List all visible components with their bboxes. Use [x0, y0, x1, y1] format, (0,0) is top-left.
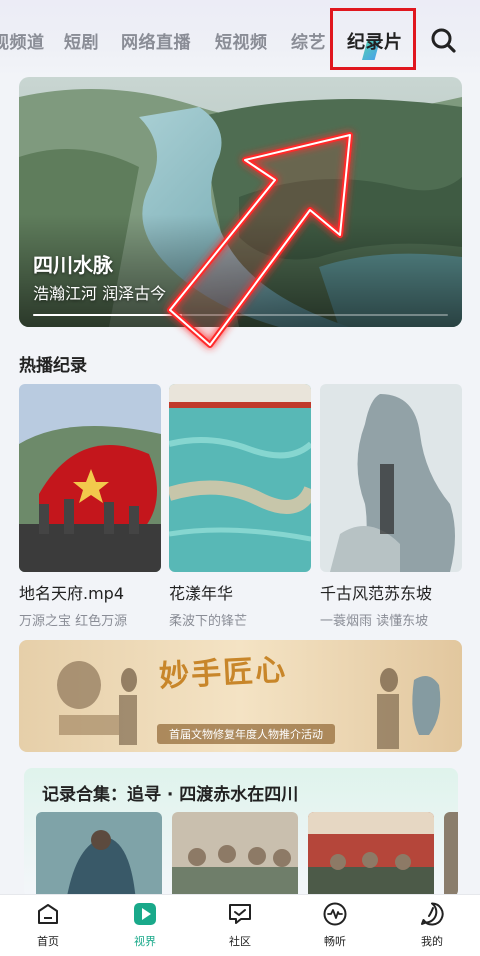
search-icon[interactable] [429, 26, 457, 54]
promo-banner[interactable]: 妙手匠心 首届文物修复年度人物推介活动 [19, 640, 462, 752]
hero-carousel-progress [33, 314, 448, 316]
card-thumbnail [169, 384, 311, 572]
collection-item[interactable] [36, 812, 162, 898]
card-title: 地名天府.mp4 [19, 584, 125, 603]
collection-item[interactable] [444, 812, 458, 898]
card-subtitle: 一蓑烟雨 读懂东坡 [320, 614, 429, 629]
audio-icon [323, 902, 347, 926]
card-title: 花漾年华 [169, 584, 234, 603]
hot-card[interactable]: 地名天府.mp4 万源之宝 红色万源 [19, 384, 161, 629]
play-icon [134, 903, 156, 925]
hot-section-title: 热播纪录 [19, 356, 87, 376]
card-subtitle: 万源之宝 红色万源 [19, 614, 128, 629]
card-thumbnail [320, 384, 462, 572]
home-icon [38, 904, 58, 924]
tab-short-drama[interactable]: 短剧 [64, 28, 99, 53]
hero-title: 四川水脉 [33, 253, 113, 277]
promo-title: 妙手匠心 [158, 652, 289, 695]
tab-video-channel[interactable]: 视频道 [0, 28, 45, 53]
top-tab-bar: 视频道 短剧 网络直播 短视频 综艺 纪录片 [0, 0, 480, 78]
nav-home[interactable]: 首页 [18, 901, 78, 949]
nav-community[interactable]: 社区 [210, 901, 270, 949]
collection-item[interactable] [308, 812, 434, 898]
nav-label: 我的 [421, 935, 443, 948]
promo-subtitle: 首届文物修复年度人物推介活动 [157, 724, 335, 744]
collection-title: 记录合集：追寻 · 四渡赤水在四川 [42, 785, 299, 805]
documentary-collection: 记录合集：追寻 · 四渡赤水在四川 [24, 768, 458, 898]
bottom-navigation: 首页 视界 社区 畅听 我的 [0, 894, 480, 956]
card-subtitle: 柔波下的锋芒 [169, 614, 248, 629]
nav-label: 畅听 [324, 935, 346, 948]
community-icon [229, 904, 251, 924]
hot-card[interactable]: 花漾年华 柔波下的锋芒 [169, 384, 311, 629]
hot-card[interactable]: 千古风范苏东坡 一蓑烟雨 读懂东坡 [320, 384, 462, 629]
hero-carousel-progress-fill [33, 314, 183, 316]
hero-subtitle: 浩瀚江河 润泽古今 [33, 284, 167, 303]
hero-banner[interactable]: 四川水脉 浩瀚江河 润泽古今 [19, 77, 462, 327]
card-thumbnail [19, 384, 161, 572]
card-title: 千古风范苏东坡 [320, 584, 433, 603]
profile-icon [421, 902, 444, 926]
collection-item[interactable] [172, 812, 298, 898]
nav-audio[interactable]: 畅听 [305, 901, 365, 949]
nav-profile[interactable]: 我的 [402, 901, 462, 949]
nav-label: 视界 [134, 935, 156, 948]
nav-label: 社区 [229, 935, 251, 948]
nav-label: 首页 [37, 935, 59, 948]
tab-short-video[interactable]: 短视频 [215, 28, 268, 53]
nav-vision[interactable]: 视界 [115, 901, 175, 949]
tab-variety[interactable]: 综艺 [291, 28, 326, 53]
annotation-highlight-box [330, 8, 416, 70]
tab-live-stream[interactable]: 网络直播 [121, 28, 191, 53]
